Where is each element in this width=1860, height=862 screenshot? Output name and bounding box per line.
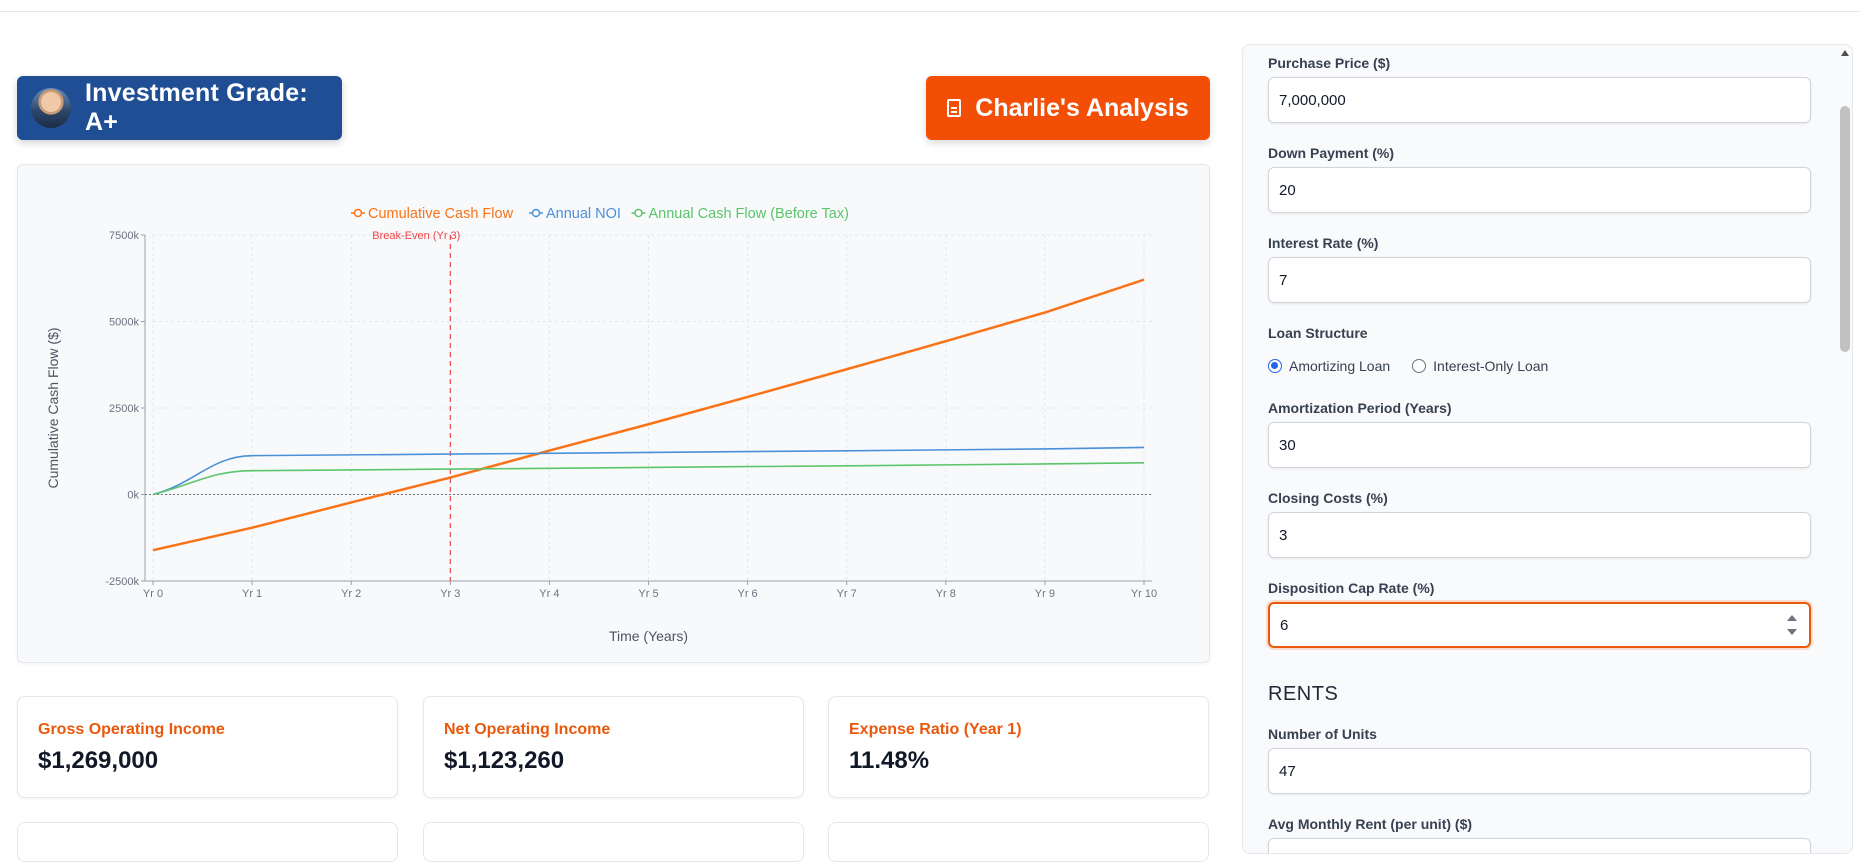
number-of-units-label: Number of Units — [1268, 726, 1377, 742]
x-tick-label: Yr 7 — [837, 588, 857, 600]
y-tick-label: 7500k — [109, 230, 139, 242]
x-tick-label: Yr 1 — [242, 588, 262, 600]
cash-flow-chart: 7500k 5000k 2500k 0k -2500k Yr 0 Yr 1 Yr 2 Yr 3 Y… — [45, 206, 1157, 644]
stat-card-expense-ratio: Expense Ratio (Year 1) 11.48% — [828, 696, 1209, 798]
y-axis-label: Cumulative Cash Flow ($) — [45, 327, 61, 488]
interest-rate-label: Interest Rate (%) — [1268, 235, 1379, 251]
y-tick-label: 5000k — [109, 317, 139, 329]
purchase-price-input[interactable] — [1268, 77, 1811, 123]
interest-only-loan-label: Interest-Only Loan — [1433, 358, 1549, 374]
number-of-units-input[interactable] — [1268, 748, 1811, 794]
legend-label: Cumulative Cash Flow — [368, 206, 514, 222]
x-tick-label: Yr 9 — [1035, 588, 1055, 600]
amortization-period-input[interactable] — [1268, 422, 1811, 468]
legend-label: Annual Cash Flow (Before Tax) — [649, 206, 849, 222]
scroll-up-icon[interactable] — [1841, 50, 1849, 56]
avg-monthly-rent-input[interactable] — [1268, 838, 1811, 853]
x-tick-label: Yr 4 — [539, 588, 559, 600]
stat-label: Expense Ratio (Year 1) — [849, 721, 1022, 738]
disposition-cap-rate-input[interactable] — [1268, 602, 1811, 648]
x-tick-label: Yr 5 — [638, 588, 658, 600]
amortizing-loan-radio[interactable] — [1268, 359, 1282, 373]
closing-costs-input[interactable] — [1268, 512, 1811, 558]
stat-card-lower — [423, 822, 804, 862]
closing-costs-label: Closing Costs (%) — [1268, 490, 1388, 506]
x-tick-label: Yr 0 — [143, 588, 163, 600]
break-even-label: Break-Even (Yr 3) — [372, 230, 460, 242]
stat-value: $1,269,000 — [38, 747, 159, 774]
cash-flow-chart-card: 7500k 5000k 2500k 0k -2500k Yr 0 Yr 1 Yr 2 Yr 3 Y… — [17, 164, 1210, 663]
x-tick-label: Yr 8 — [936, 588, 956, 600]
amortizing-loan-label: Amortizing Loan — [1289, 358, 1391, 374]
stat-label: Gross Operating Income — [38, 721, 225, 738]
document-icon — [947, 99, 962, 117]
stat-card-gross-operating-income: Gross Operating Income $1,269,000 — [17, 696, 398, 798]
investment-grade-badge: Investment Grade: A+ — [17, 76, 342, 140]
charlies-analysis-button[interactable]: Charlie's Analysis — [926, 76, 1210, 140]
avg-monthly-rent-label: Avg Monthly Rent (per unit) ($) — [1268, 816, 1473, 832]
legend-marker — [531, 208, 541, 218]
down-payment-label: Down Payment (%) — [1268, 145, 1395, 161]
stat-card-net-operating-income: Net Operating Income $1,123,260 — [423, 696, 804, 798]
x-tick-label: Yr 10 — [1131, 588, 1157, 600]
x-tick-label: Yr 2 — [341, 588, 361, 600]
x-tick-label: Yr 6 — [738, 588, 758, 600]
amortization-period-label: Amortization Period (Years) — [1268, 400, 1452, 416]
avatar — [31, 88, 71, 128]
y-tick-label: -2500k — [105, 576, 139, 588]
y-tick-label: 0k — [127, 490, 139, 502]
top-bar — [0, 0, 1860, 12]
x-tick-label: Yr 3 — [440, 588, 460, 600]
interest-only-loan-option[interactable]: Interest-Only Loan — [1412, 358, 1548, 374]
amortizing-loan-option[interactable]: Amortizing Loan — [1268, 358, 1390, 374]
number-spinner[interactable] — [1787, 615, 1797, 635]
charlies-analysis-label: Charlie's Analysis — [975, 93, 1189, 122]
loan-structure-radio-group: Amortizing Loan Interest-Only Loan — [1268, 358, 1570, 374]
stat-label: Net Operating Income — [444, 721, 611, 738]
stat-value: $1,123,260 — [444, 747, 565, 774]
interest-rate-input[interactable] — [1268, 257, 1811, 303]
panel-scrollbar[interactable] — [1838, 46, 1852, 841]
interest-only-loan-radio[interactable] — [1412, 359, 1427, 373]
y-tick-label: 2500k — [109, 403, 139, 415]
legend-label: Annual NOI — [546, 206, 621, 222]
spinner-up-icon[interactable] — [1787, 615, 1797, 621]
investment-grade-label: Investment Grade: A+ — [85, 79, 308, 136]
purchase-price-label: Purchase Price ($) — [1268, 55, 1391, 71]
stat-card-lower — [828, 822, 1209, 862]
loan-structure-label: Loan Structure — [1268, 325, 1368, 341]
disposition-cap-rate-wrapper — [1243, 602, 1852, 648]
rents-section-title: RENTS — [1268, 683, 1339, 705]
stat-value: 11.48% — [849, 747, 930, 774]
legend-marker — [634, 208, 643, 218]
disposition-cap-rate-label: Disposition Cap Rate (%) — [1268, 580, 1435, 596]
inputs-panel: Purchase Price ($) Down Payment (%) Inte… — [1242, 44, 1853, 854]
down-payment-input[interactable] — [1268, 167, 1811, 213]
stat-card-lower — [17, 822, 398, 862]
x-axis-label: Time (Years) — [609, 628, 688, 644]
scroll-thumb[interactable] — [1840, 106, 1850, 352]
spinner-down-icon[interactable] — [1787, 629, 1797, 635]
legend-marker — [353, 208, 363, 218]
